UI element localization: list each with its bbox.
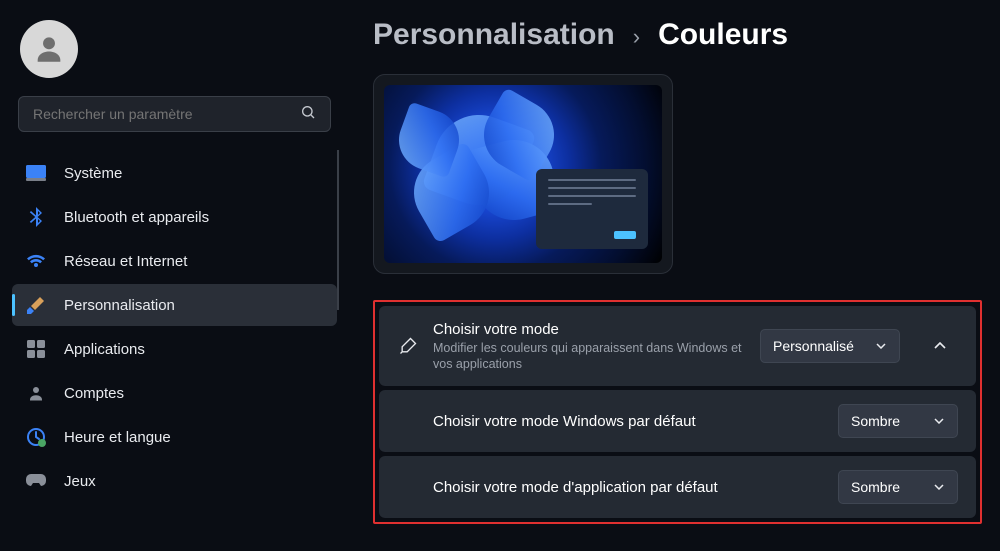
theme-preview	[373, 74, 673, 274]
setting-title: Choisir votre mode Windows par défaut	[397, 413, 824, 430]
brush-icon	[397, 336, 419, 356]
chevron-down-icon	[875, 340, 887, 352]
nav-label: Applications	[64, 341, 145, 358]
nav-list: Système Bluetooth et appareils Réseau et…	[12, 152, 337, 502]
bluetooth-icon	[26, 207, 46, 227]
highlight-annotation: Choisir votre mode Modifier les couleurs…	[373, 300, 982, 524]
breadcrumb-parent[interactable]: Personnalisation	[373, 18, 615, 52]
nav-label: Comptes	[64, 385, 124, 402]
dropdown-value: Sombre	[851, 413, 900, 429]
dropdown-value: Personnalisé	[773, 338, 854, 354]
chevron-down-icon	[933, 481, 945, 493]
chevron-down-icon	[933, 415, 945, 427]
nav-item-system[interactable]: Système	[12, 152, 337, 194]
person-icon	[32, 32, 66, 66]
nav-label: Jeux	[64, 473, 96, 490]
windows-mode-dropdown[interactable]: Sombre	[838, 404, 958, 438]
breadcrumb: Personnalisation › Couleurs	[373, 18, 982, 52]
apps-icon	[26, 339, 46, 359]
dropdown-value: Sombre	[851, 479, 900, 495]
chevron-up-icon	[934, 337, 946, 355]
nav-label: Personnalisation	[64, 297, 175, 314]
nav-item-games[interactable]: Jeux	[12, 460, 337, 502]
nav-item-personalization[interactable]: Personnalisation	[12, 284, 337, 326]
preview-accent-button	[614, 231, 636, 239]
gamepad-icon	[26, 471, 46, 491]
nav-item-accounts[interactable]: Comptes	[12, 372, 337, 414]
chevron-right-icon: ›	[633, 24, 640, 50]
nav-item-applications[interactable]: Applications	[12, 328, 337, 370]
preview-screen	[384, 85, 662, 263]
preview-panel	[536, 169, 648, 249]
avatar	[20, 20, 78, 78]
search-icon	[300, 104, 316, 125]
nav-label: Système	[64, 165, 122, 182]
main-content: Personnalisation › Couleurs Choisir votr…	[345, 0, 1000, 551]
system-icon	[26, 163, 46, 183]
mode-dropdown[interactable]: Personnalisé	[760, 329, 900, 363]
nav-label: Réseau et Internet	[64, 253, 187, 270]
nav-item-network[interactable]: Réseau et Internet	[12, 240, 337, 282]
app-mode-dropdown[interactable]: Sombre	[838, 470, 958, 504]
setting-title: Choisir votre mode	[433, 320, 746, 340]
sidebar: Système Bluetooth et appareils Réseau et…	[0, 0, 345, 551]
setting-choose-mode[interactable]: Choisir votre mode Modifier les couleurs…	[379, 306, 976, 386]
search-input-wrapper[interactable]	[18, 96, 331, 132]
nav-item-time-language[interactable]: Heure et langue	[12, 416, 337, 458]
nav-label: Heure et langue	[64, 429, 171, 446]
collapse-button[interactable]	[922, 329, 958, 363]
setting-app-mode[interactable]: Choisir votre mode d'application par déf…	[379, 456, 976, 518]
person-icon	[26, 383, 46, 403]
setting-text: Choisir votre mode Modifier les couleurs…	[433, 320, 746, 372]
nav-label: Bluetooth et appareils	[64, 209, 209, 226]
nav-item-bluetooth[interactable]: Bluetooth et appareils	[12, 196, 337, 238]
brush-icon	[26, 295, 46, 315]
wifi-icon	[26, 251, 46, 271]
setting-windows-mode[interactable]: Choisir votre mode Windows par défaut So…	[379, 390, 976, 452]
nav-divider	[337, 150, 339, 310]
profile-section[interactable]	[12, 12, 337, 96]
setting-title: Choisir votre mode d'application par déf…	[397, 479, 824, 496]
setting-description: Modifier les couleurs qui apparaissent d…	[433, 340, 746, 373]
search-input[interactable]	[33, 106, 300, 122]
breadcrumb-current: Couleurs	[658, 18, 788, 52]
clock-globe-icon	[26, 427, 46, 447]
